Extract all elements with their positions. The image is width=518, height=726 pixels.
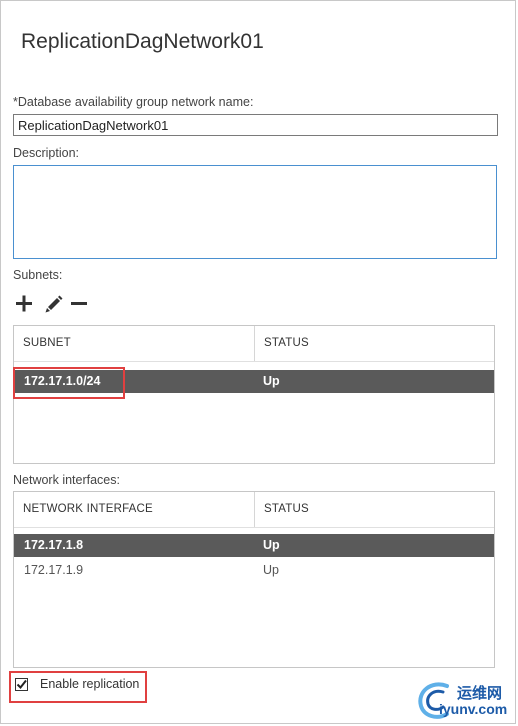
edit-icon	[45, 295, 63, 313]
column-header-subnet[interactable]: SUBNET	[14, 326, 255, 361]
table-row[interactable]: 172.17.1.8 Up	[14, 534, 494, 557]
column-header-status[interactable]: STATUS	[255, 326, 309, 361]
subnets-label: Subnets:	[13, 268, 63, 282]
network-name-label: *Database availability group network nam…	[13, 95, 254, 109]
status-cell: Up	[263, 563, 279, 577]
subnet-cell: 172.17.1.0/24	[24, 374, 101, 388]
dialog-title: ReplicationDagNetwork01	[21, 30, 264, 53]
enable-replication-label: Enable replication	[40, 677, 140, 691]
description-label: Description:	[13, 146, 79, 160]
add-icon	[16, 295, 32, 312]
table-row[interactable]: 172.17.1.0/24 Up	[14, 370, 494, 393]
interface-cell: 172.17.1.8	[24, 538, 84, 552]
enable-replication-checkbox[interactable]	[15, 678, 28, 691]
column-header-network-interface[interactable]: NETWORK INTERFACE	[14, 492, 255, 527]
checkmark-icon	[16, 679, 27, 690]
interfaces-table-header: NETWORK INTERFACE STATUS	[14, 492, 494, 528]
column-header-status[interactable]: STATUS	[255, 492, 309, 527]
remove-subnet-button[interactable]	[69, 293, 91, 315]
subnets-table-header: SUBNET STATUS	[14, 326, 494, 362]
subnets-table: SUBNET STATUS 172.17.1.0/24 Up	[13, 325, 495, 464]
add-subnet-button[interactable]	[14, 293, 36, 315]
network-interfaces-label: Network interfaces:	[13, 473, 120, 487]
network-name-input[interactable]	[13, 114, 498, 136]
status-cell: Up	[263, 374, 280, 388]
interface-cell: 172.17.1.9	[24, 563, 84, 577]
edit-subnet-button[interactable]	[43, 293, 65, 315]
watermark-text-cn: 运维网	[457, 685, 503, 702]
remove-icon	[71, 302, 87, 305]
network-interfaces-table: NETWORK INTERFACE STATUS 172.17.1.8 Up 1…	[13, 491, 495, 668]
table-row[interactable]: 172.17.1.9 Up	[14, 559, 494, 582]
watermark-logo: 运维网 iyunv.com	[413, 678, 515, 722]
description-textarea[interactable]	[13, 165, 497, 259]
status-cell: Up	[263, 538, 280, 552]
watermark-text-en: iyunv.com	[439, 701, 508, 717]
